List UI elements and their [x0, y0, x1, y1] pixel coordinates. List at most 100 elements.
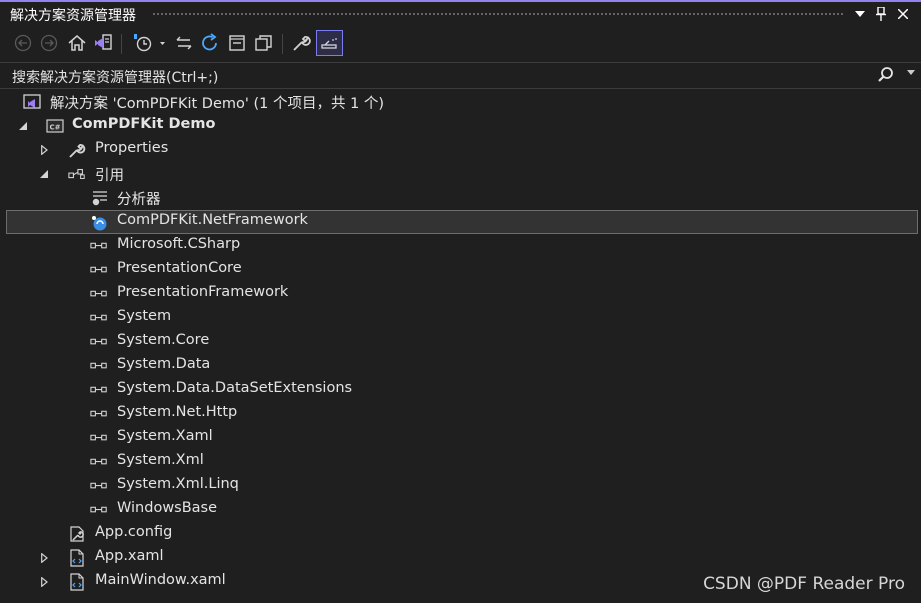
xaml-file-icon: [68, 549, 86, 567]
explorer-toolbar: [0, 26, 921, 62]
csharp-project-icon: C#: [46, 117, 64, 135]
forward-icon: [40, 34, 58, 52]
forward-button[interactable]: [36, 30, 62, 56]
preview-selected-items-icon: [320, 38, 337, 49]
tree-item-reference[interactable]: System.Xaml: [0, 426, 921, 450]
back-button[interactable]: [10, 30, 36, 56]
sync-active-document-icon: [176, 36, 192, 50]
chevron-down-icon: [855, 11, 865, 17]
xaml-file-icon: [68, 573, 86, 591]
reference-label: System: [117, 308, 172, 324]
solution-icon: [23, 93, 41, 111]
assembly-reference-icon: [90, 381, 108, 399]
tree-item-references[interactable]: 引用: [0, 162, 921, 186]
panel-title: 解决方案资源管理器: [10, 8, 136, 24]
pin-button[interactable]: [871, 4, 891, 24]
back-icon: [14, 34, 32, 52]
assembly-reference-icon: [90, 357, 108, 375]
assembly-reference-icon: [90, 261, 108, 279]
reference-label: ComPDFKit.NetFramework: [117, 212, 308, 228]
collapsed-arrow-icon[interactable]: [38, 552, 50, 564]
reference-label: System.Xml.Linq: [117, 476, 239, 492]
references-label: 引用: [95, 168, 124, 184]
tree-item-app-config[interactable]: App.config: [0, 522, 921, 546]
assembly-reference-icon: [90, 309, 108, 327]
analyzer-icon: [91, 189, 109, 207]
collapse-all-button[interactable]: [224, 30, 250, 56]
tree-item-reference[interactable]: PresentationFramework: [0, 282, 921, 306]
tree-item-reference[interactable]: System.Data.DataSetExtensions: [0, 378, 921, 402]
pending-changes-filter-button[interactable]: [128, 30, 168, 56]
show-all-files-button[interactable]: [251, 30, 277, 56]
tree-item-reference[interactable]: System.Xml: [0, 450, 921, 474]
home-button[interactable]: [64, 30, 90, 56]
panel-title-bar: 解决方案资源管理器: [0, 0, 921, 26]
tree-item-reference[interactable]: System: [0, 306, 921, 330]
sync-active-document-button[interactable]: [171, 30, 197, 56]
tree-item-reference[interactable]: WindowsBase: [0, 498, 921, 522]
app-xaml-label: App.xaml: [95, 548, 164, 564]
reference-label: System.Net.Http: [117, 404, 238, 420]
tree-item-reference[interactable]: System.Xml.Linq: [0, 474, 921, 498]
tree-item-analyzers[interactable]: 分析器: [0, 186, 921, 210]
switch-views-button[interactable]: [91, 30, 117, 56]
collapsed-arrow-icon[interactable]: [38, 144, 50, 156]
reference-label: System.Data.DataSetExtensions: [117, 380, 353, 396]
mainwindow-xaml-label: MainWindow.xaml: [95, 572, 226, 588]
reference-label: PresentationCore: [117, 260, 242, 276]
solution-label: 解决方案 'ComPDFKit Demo' (1 个项目，共 1 个): [50, 96, 385, 112]
tree-item-reference[interactable]: Microsoft.CSharp: [0, 234, 921, 258]
assembly-reference-icon: [90, 477, 108, 495]
tree-item-reference[interactable]: ComPDFKit.NetFramework: [6, 210, 918, 234]
collapsed-arrow-icon[interactable]: [38, 576, 50, 588]
search-options-dropdown[interactable]: [907, 67, 915, 78]
pending-changes-filter-icon: [134, 34, 165, 52]
tree-item-app-xaml[interactable]: App.xaml: [0, 546, 921, 570]
watermark-text: CSDN @PDF Reader Pro: [703, 574, 905, 594]
search-box[interactable]: 搜索解决方案资源管理器(Ctrl+;): [0, 62, 921, 89]
window-position-dropdown-button[interactable]: [850, 4, 870, 24]
reference-label: Microsoft.CSharp: [117, 236, 241, 252]
reference-label: System.Core: [117, 332, 210, 348]
refresh-button[interactable]: [197, 30, 223, 56]
tree-item-reference[interactable]: System.Net.Http: [0, 402, 921, 426]
assembly-reference-icon: [90, 333, 108, 351]
expanded-arrow-icon[interactable]: [38, 168, 50, 180]
assembly-reference-icon: [90, 501, 108, 519]
reference-label: System.Xml: [117, 452, 204, 468]
reference-label: PresentationFramework: [117, 284, 289, 300]
reference-label: System.Xaml: [117, 428, 213, 444]
properties-label: Properties: [95, 140, 169, 156]
analyzers-label: 分析器: [117, 192, 161, 208]
assembly-reference-icon: [90, 453, 108, 471]
package-reference-icon: [90, 214, 108, 232]
title-drag-grip[interactable]: [152, 12, 843, 17]
switch-views-icon: [95, 34, 112, 50]
tree-item-reference[interactable]: PresentationCore: [0, 258, 921, 282]
preview-selected-items-button[interactable]: [316, 30, 343, 56]
assembly-reference-icon: [90, 429, 108, 447]
assembly-reference-icon: [90, 405, 108, 423]
app-config-label: App.config: [95, 524, 173, 540]
show-all-files-icon: [255, 35, 272, 51]
home-icon: [68, 35, 86, 51]
search-icon[interactable]: [877, 66, 895, 84]
pin-icon: [876, 7, 886, 21]
tree-item-reference[interactable]: System.Data: [0, 354, 921, 378]
tree-item-properties[interactable]: Properties: [0, 138, 921, 162]
search-input[interactable]: 搜索解决方案资源管理器(Ctrl+;): [12, 67, 218, 87]
collapse-all-icon: [229, 35, 245, 51]
close-button[interactable]: [893, 4, 913, 24]
tree-item-reference[interactable]: System.Core: [0, 330, 921, 354]
assembly-reference-icon: [90, 285, 108, 303]
tree-item-solution[interactable]: 解决方案 'ComPDFKit Demo' (1 个项目，共 1 个): [0, 90, 921, 114]
wrench-icon: [293, 36, 311, 51]
refresh-icon: [202, 33, 217, 51]
expanded-arrow-icon[interactable]: [17, 120, 29, 132]
config-file-icon: [68, 525, 86, 543]
wrench-icon: [68, 141, 86, 159]
assembly-reference-icon: [90, 237, 108, 255]
references-icon: [68, 165, 86, 183]
tree-item-project[interactable]: C# ComPDFKit Demo: [0, 114, 921, 138]
properties-button[interactable]: [288, 30, 314, 56]
